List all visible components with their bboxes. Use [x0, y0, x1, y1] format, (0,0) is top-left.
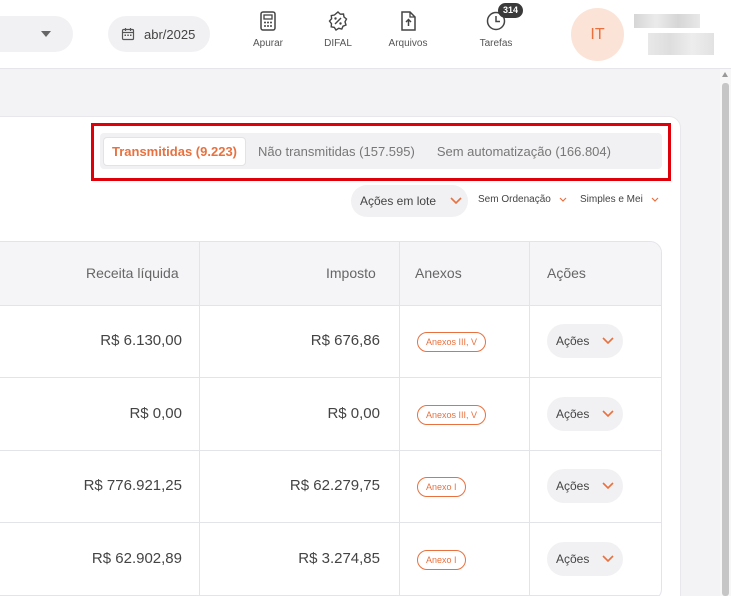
- percent-badge-icon: [328, 11, 348, 31]
- column-divider: [399, 242, 400, 596]
- table-row: R$ 776.921,25 R$ 62.279,75 Anexo I Ações: [0, 451, 661, 523]
- cell-imposto: R$ 62.279,75: [289, 477, 380, 494]
- regime-label: Simples e Mei: [580, 194, 643, 205]
- chevron-down-icon: [450, 197, 462, 205]
- header-imposto: Imposto: [326, 265, 376, 281]
- row-actions-button[interactable]: Ações: [547, 542, 623, 576]
- header-anexos: Anexos: [415, 265, 462, 281]
- cell-imposto: R$ 3.274,85: [298, 550, 380, 567]
- header-acoes: Ações: [547, 265, 586, 281]
- date-filter-label: abr/2025: [144, 26, 196, 42]
- scrollbar-thumb[interactable]: [722, 83, 729, 596]
- batch-actions-label: Ações em lote: [360, 194, 437, 208]
- top-bar: abr/2025 Apurar DIFAL Arquivos 314 Taref…: [0, 0, 731, 69]
- scroll-up-arrow-icon[interactable]: [722, 72, 728, 77]
- row-actions-label: Ações: [556, 407, 590, 421]
- nav-difal[interactable]: DIFAL: [308, 10, 368, 49]
- row-actions-button[interactable]: Ações: [547, 324, 623, 358]
- calculator-icon: [260, 11, 276, 31]
- row-actions-button[interactable]: Ações: [547, 469, 623, 503]
- user-avatar[interactable]: IT: [571, 8, 624, 61]
- cell-imposto: R$ 0,00: [327, 405, 380, 422]
- anexos-chip: Anexos III, V: [417, 405, 487, 425]
- chevron-down-icon: [602, 410, 614, 418]
- page-scrollbar[interactable]: [720, 69, 731, 596]
- file-upload-icon: [401, 11, 416, 31]
- column-divider: [529, 242, 530, 596]
- anexos-chip: Anexo I: [417, 550, 466, 570]
- caret-down-icon: [41, 31, 51, 37]
- chevron-down-icon: [651, 197, 659, 202]
- row-actions-label: Ações: [556, 334, 590, 348]
- table-row: R$ 62.902,89 R$ 3.274,85 Anexo I Ações: [0, 524, 661, 596]
- cell-receita: R$ 62.902,89: [91, 550, 182, 567]
- regime-select[interactable]: Simples e Mei: [580, 194, 659, 205]
- company-select[interactable]: [0, 16, 73, 52]
- cell-receita: R$ 776.921,25: [83, 477, 182, 494]
- redacted-user-name: [634, 14, 700, 28]
- cell-receita: R$ 6.130,00: [100, 332, 182, 349]
- chevron-down-icon: [602, 482, 614, 490]
- nav-tarefas-label: Tarefas: [479, 38, 513, 49]
- sort-select[interactable]: Sem Ordenação: [478, 194, 567, 205]
- cell-imposto: R$ 676,86: [310, 332, 380, 349]
- table-header: Receita líquida Imposto Anexos Ações: [0, 242, 661, 306]
- sort-label: Sem Ordenação: [478, 194, 551, 205]
- nav-tarefas[interactable]: 314 Tarefas: [466, 3, 526, 49]
- row-actions-button[interactable]: Ações: [547, 397, 623, 431]
- chevron-down-icon: [559, 197, 567, 202]
- date-filter-button[interactable]: abr/2025: [108, 16, 210, 52]
- nav-apurar[interactable]: Apurar: [238, 10, 298, 49]
- chevron-down-icon: [602, 555, 614, 563]
- table-row: R$ 0,00 R$ 0,00 Anexos III, V Ações: [0, 379, 661, 451]
- anexos-chip: Anexo I: [417, 477, 466, 497]
- calendar-icon: [121, 28, 135, 41]
- nav-arquivos[interactable]: Arquivos: [378, 10, 438, 49]
- tab-nao-transmitidas[interactable]: Não transmitidas (157.595): [250, 138, 423, 165]
- apuracao-table: Receita líquida Imposto Anexos Ações R$ …: [0, 241, 662, 596]
- table-row: R$ 6.130,00 R$ 676,86 Anexos III, V Açõe…: [0, 306, 661, 378]
- nav-difal-label: DIFAL: [324, 38, 352, 49]
- chevron-down-icon: [602, 337, 614, 345]
- header-receita-liquida: Receita líquida: [86, 265, 179, 281]
- tasks-count-badge: 314: [498, 3, 524, 18]
- row-actions-label: Ações: [556, 479, 590, 493]
- status-tabs: Transmitidas (9.223) Não transmitidas (1…: [100, 133, 662, 169]
- tab-transmitidas[interactable]: Transmitidas (9.223): [103, 136, 246, 166]
- cell-receita: R$ 0,00: [129, 405, 182, 422]
- nav-arquivos-label: Arquivos: [388, 38, 428, 49]
- batch-actions-button[interactable]: Ações em lote: [351, 185, 468, 217]
- column-divider: [199, 242, 200, 596]
- row-actions-label: Ações: [556, 552, 590, 566]
- anexos-chip: Anexos III, V: [417, 332, 487, 352]
- nav-apurar-label: Apurar: [252, 38, 283, 49]
- tab-sem-automatizacao[interactable]: Sem automatização (166.804): [429, 138, 619, 165]
- redacted-user-company: [648, 33, 714, 55]
